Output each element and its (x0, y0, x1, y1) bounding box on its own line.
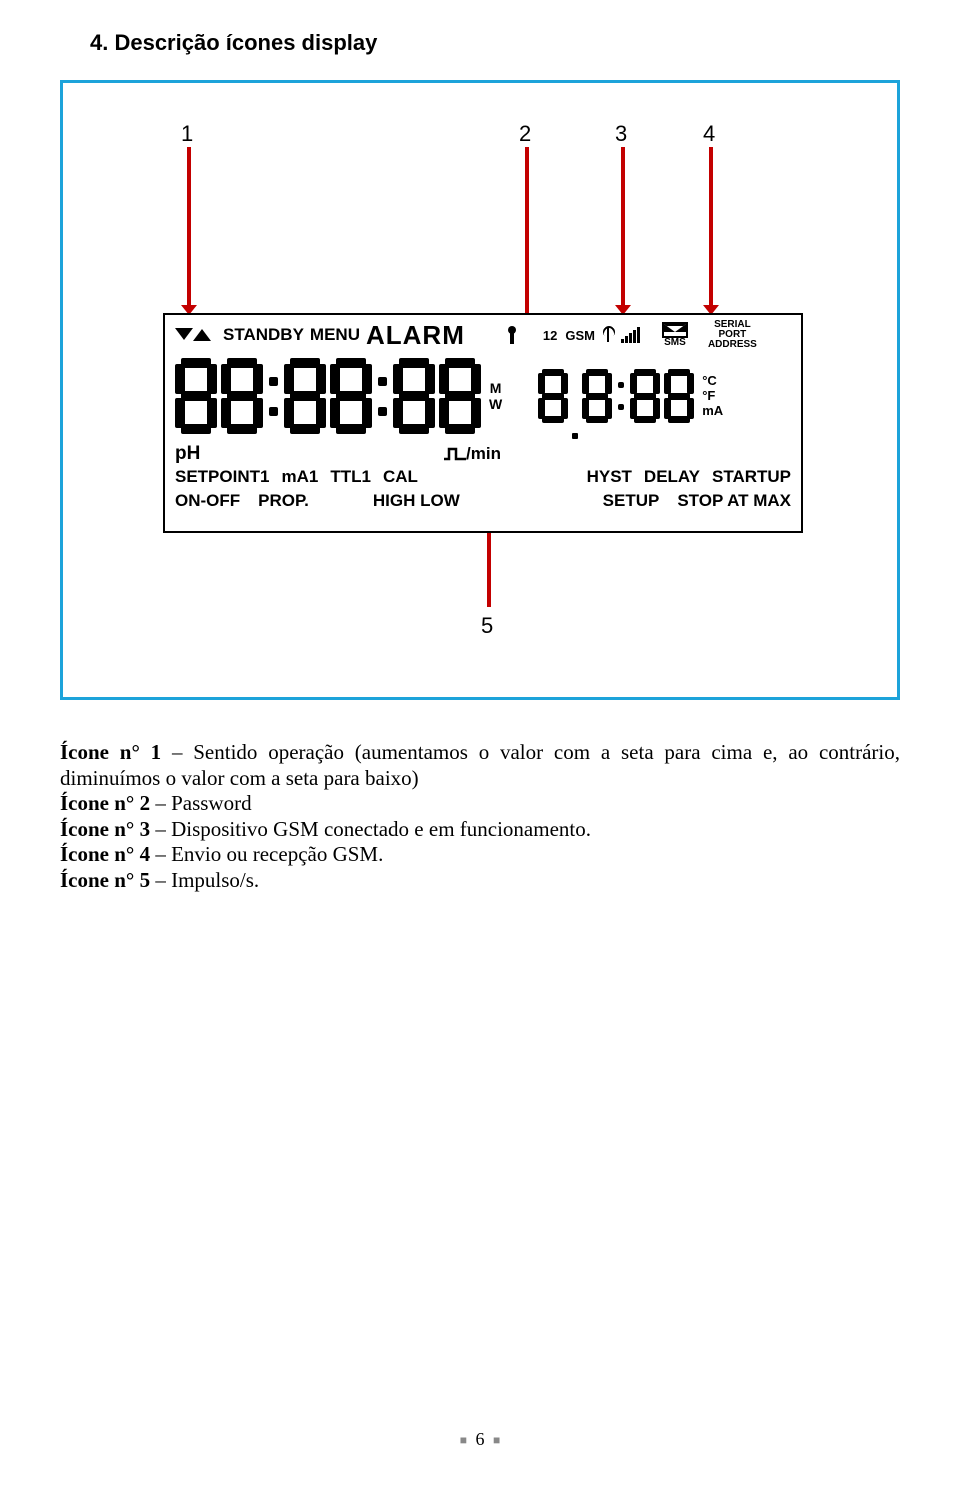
label-setup: SETUP (603, 491, 660, 511)
digit (393, 358, 435, 434)
desc-4-text: – Envio ou recepção GSM. (150, 842, 383, 866)
label-hyst: HYST (587, 467, 632, 487)
lcd-panel: STANDBY MENU ALARM 12 GSM SMS SERIAL (163, 313, 803, 533)
digit (439, 358, 481, 434)
label-degc: °C (702, 374, 717, 388)
digit (221, 358, 263, 434)
desc-2-text: – Password (150, 791, 252, 815)
desc-5-text: – Impulso/s. (150, 868, 259, 892)
label-w: W (489, 396, 502, 412)
antenna-icon (601, 326, 615, 344)
label-address: ADDRESS (708, 340, 757, 350)
digit (582, 369, 612, 423)
label-standby: STANDBY (223, 325, 304, 345)
label-per-min: /min (466, 444, 501, 464)
label-onoff: ON-OFF (175, 491, 240, 511)
page-footer: ■ 6 ■ (0, 1429, 960, 1450)
label-setpoint1: SETPOINT1 (175, 467, 269, 487)
digit (284, 358, 326, 434)
arrow-up-icon (193, 329, 211, 341)
desc-3-prefix: Ícone n° 3 (60, 817, 150, 841)
label-sms: SMS (664, 338, 686, 348)
callout-5: 5 (481, 613, 493, 639)
desc-5-prefix: Ícone n° 5 (60, 868, 150, 892)
arrow-4 (709, 147, 713, 307)
arrow-1 (187, 147, 191, 307)
label-degf: °F (702, 389, 715, 403)
display-figure: 1 2 3 4 5 STANDBY MENU ALARM (60, 80, 900, 700)
arrow-2 (525, 147, 529, 331)
icon-descriptions: Ícone n° 1 – Sentido operação (aumentamo… (60, 740, 900, 894)
pulse-icon (444, 447, 466, 461)
colon (267, 366, 280, 426)
label-menu: MENU (310, 325, 360, 345)
label-12: 12 (543, 328, 557, 343)
callout-4: 4 (703, 121, 715, 147)
label-alarm: ALARM (366, 320, 465, 351)
footer-square-icon: ■ (489, 1433, 504, 1447)
key-icon (505, 326, 519, 344)
arrow-down-icon (175, 328, 193, 340)
desc-3-text: – Dispositivo GSM conectado e em funcion… (150, 817, 591, 841)
desc-4-prefix: Ícone n° 4 (60, 842, 150, 866)
signal-bars-icon (621, 327, 640, 343)
desc-1-text: – Sentido operação (aumentamos o valor c… (60, 740, 900, 790)
page-number: 6 (476, 1429, 485, 1449)
label-ttl1: TTL1 (330, 467, 371, 487)
label-stopatmax: STOP AT MAX (677, 491, 791, 511)
colon (376, 366, 389, 426)
callout-1: 1 (181, 121, 193, 147)
label-prop: PROP. (258, 491, 309, 511)
footer-square-icon: ■ (456, 1433, 471, 1447)
digit (175, 358, 217, 434)
label-ma-unit: mA (702, 404, 723, 418)
desc-2-prefix: Ícone n° 2 (60, 791, 150, 815)
label-startup: STARTUP (712, 467, 791, 487)
callout-3: 3 (615, 121, 627, 147)
decimal-point (572, 433, 578, 439)
section-heading: 4. Descrição ícones display (90, 30, 900, 56)
digit (538, 369, 568, 423)
label-highlow: HIGH LOW (373, 491, 460, 511)
envelope-icon (662, 322, 688, 338)
label-m: M (490, 380, 502, 396)
desc-1-prefix: Ícone n° 1 (60, 740, 161, 764)
label-cal: CAL (383, 467, 418, 487)
digit (330, 358, 372, 434)
label-gsm: GSM (565, 328, 595, 343)
digit (664, 369, 694, 423)
label-ph: pH (175, 443, 200, 465)
label-ma1: mA1 (281, 467, 318, 487)
arrow-3 (621, 147, 625, 307)
callout-2: 2 (519, 121, 531, 147)
label-delay: DELAY (644, 467, 700, 487)
colon (616, 374, 626, 418)
digit (630, 369, 660, 423)
